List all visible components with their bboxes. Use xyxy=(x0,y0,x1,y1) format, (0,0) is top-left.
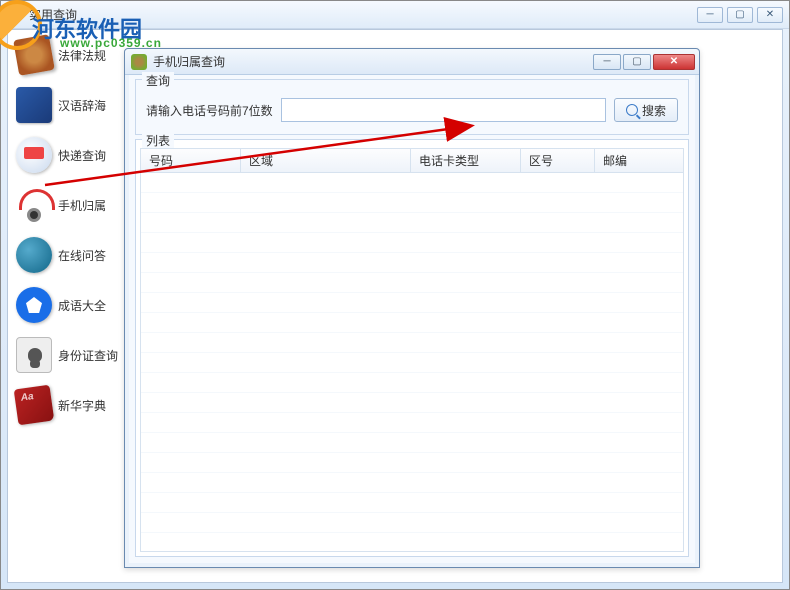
id-card-icon xyxy=(16,337,52,373)
sidebar-item-label: 在线问答 xyxy=(58,247,106,264)
minimize-button[interactable]: ─ xyxy=(697,7,723,23)
home-icon xyxy=(16,287,52,323)
search-icon xyxy=(626,104,638,116)
col-region[interactable]: 区域 xyxy=(241,149,411,172)
col-number[interactable]: 号码 xyxy=(141,149,241,172)
sidebar-item-label: 身份证查询 xyxy=(58,347,118,364)
inner-body: 查询 请输入电话号码前7位数 搜索 列表 号码 xyxy=(129,75,695,563)
sidebar-item-xinhua[interactable]: 新华字典 xyxy=(8,380,118,430)
sidebar-item-express[interactable]: 快递查询 xyxy=(8,130,118,180)
inner-close-button[interactable]: ✕ xyxy=(653,54,695,70)
query-legend: 查询 xyxy=(142,72,174,89)
maximize-button[interactable]: ▢ xyxy=(727,7,753,23)
red-book-icon xyxy=(14,385,55,426)
sidebar-item-idiom[interactable]: 成语大全 xyxy=(8,280,118,330)
inner-minimize-button[interactable]: ─ xyxy=(593,54,621,70)
inner-app-icon xyxy=(131,54,147,70)
phone-icon xyxy=(16,187,52,223)
inner-title: 手机归属查询 xyxy=(153,53,593,70)
outer-window-controls: ─ ▢ ✕ xyxy=(697,7,783,23)
mail-icon xyxy=(16,137,52,173)
sidebar-item-label: 手机归属 xyxy=(58,197,106,214)
inner-maximize-button[interactable]: ▢ xyxy=(623,54,651,70)
sidebar-item-label: 新华字典 xyxy=(58,397,106,414)
col-cardtype[interactable]: 电话卡类型 xyxy=(411,149,521,172)
col-areacode[interactable]: 区号 xyxy=(521,149,595,172)
query-group: 查询 请输入电话号码前7位数 搜索 xyxy=(135,79,689,135)
sidebar-item-phone[interactable]: 手机归属 xyxy=(8,180,118,230)
outer-body: 法律法规 汉语辞海 快递查询 手机归属 在线问答 成语大全 xyxy=(7,29,783,583)
book-icon xyxy=(16,87,52,123)
inner-window: 手机归属查询 ─ ▢ ✕ 查询 请输入电话号码前7位数 搜索 xyxy=(124,48,700,568)
query-label: 请输入电话号码前7位数 xyxy=(146,102,273,119)
app-icon xyxy=(7,7,23,23)
scroll-icon xyxy=(13,34,55,76)
sidebar-item-law[interactable]: 法律法规 xyxy=(8,30,118,80)
phone-input[interactable] xyxy=(281,98,606,122)
col-zipcode[interactable]: 邮编 xyxy=(595,149,683,172)
inner-titlebar: 手机归属查询 ─ ▢ ✕ xyxy=(125,49,699,75)
outer-title: 实用查询 xyxy=(29,6,697,23)
sidebar-item-label: 法律法规 xyxy=(58,47,106,64)
sidebar-item-qa[interactable]: 在线问答 xyxy=(8,230,118,280)
sidebar: 法律法规 汉语辞海 快递查询 手机归属 在线问答 成语大全 xyxy=(8,30,118,582)
outer-window: 实用查询 ─ ▢ ✕ 法律法规 汉语辞海 快递查询 手机归属 xyxy=(0,0,790,590)
sidebar-item-label: 成语大全 xyxy=(58,297,106,314)
globe-icon xyxy=(16,237,52,273)
outer-titlebar: 实用查询 ─ ▢ ✕ xyxy=(1,1,789,29)
sidebar-item-idcard[interactable]: 身份证查询 xyxy=(8,330,118,380)
sidebar-item-label: 汉语辞海 xyxy=(58,97,106,114)
table-body xyxy=(141,173,683,551)
close-button[interactable]: ✕ xyxy=(757,7,783,23)
result-table: 号码 区域 电话卡类型 区号 邮编 xyxy=(140,148,684,552)
inner-window-controls: ─ ▢ ✕ xyxy=(593,54,695,70)
table-header: 号码 区域 电话卡类型 区号 邮编 xyxy=(141,149,683,173)
sidebar-item-label: 快递查询 xyxy=(58,147,106,164)
list-legend: 列表 xyxy=(142,132,174,149)
search-button-label: 搜索 xyxy=(642,102,666,119)
search-button[interactable]: 搜索 xyxy=(614,98,678,122)
sidebar-item-dictionary[interactable]: 汉语辞海 xyxy=(8,80,118,130)
list-group: 列表 号码 区域 电话卡类型 区号 邮编 xyxy=(135,139,689,557)
